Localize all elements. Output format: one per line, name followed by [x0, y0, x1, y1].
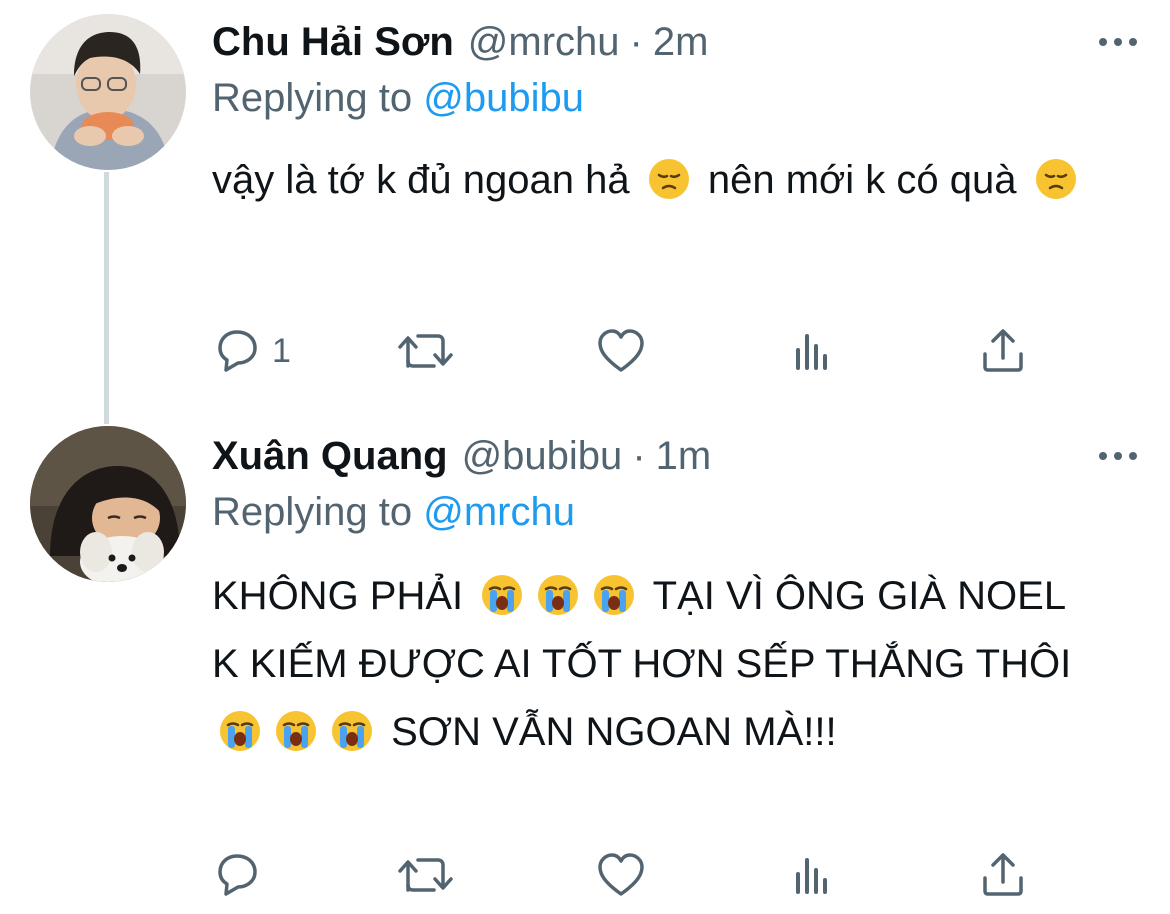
loudly-crying-face-icon	[592, 573, 636, 617]
reply-button[interactable]: 1	[212, 326, 291, 376]
user-handle[interactable]: @bubibu	[462, 434, 623, 479]
thread-connector-line	[104, 172, 109, 424]
tweet-thread: Chu Hải Sơn @mrchu · 2m Replying to @bub…	[0, 0, 1170, 914]
person-eating-photo-icon	[30, 14, 186, 170]
analytics-button[interactable]	[788, 850, 838, 900]
loudly-crying-face-icon	[330, 709, 374, 753]
display-name[interactable]: Chu Hải Sơn	[212, 20, 454, 65]
share-button[interactable]	[978, 850, 1028, 900]
reply-icon	[212, 326, 262, 376]
tweet-header: Xuân Quang @bubibu · 1m	[212, 426, 711, 486]
heart-icon	[596, 326, 646, 376]
share-icon	[978, 850, 1028, 900]
analytics-button[interactable]	[788, 326, 838, 376]
separator-dot: ·	[632, 433, 646, 478]
tweet-text-part: SƠN VẪN NGOAN MÀ!!!	[391, 710, 837, 754]
avatar[interactable]	[30, 426, 186, 582]
more-options-icon[interactable]	[1096, 446, 1140, 466]
loudly-crying-face-icon	[536, 573, 580, 617]
heart-icon	[596, 850, 646, 900]
reply-count: 1	[272, 331, 291, 370]
timestamp[interactable]: 2m	[653, 20, 709, 65]
mention-link[interactable]: @bubibu	[423, 76, 584, 120]
analytics-icon	[788, 850, 838, 900]
more-options-icon[interactable]	[1096, 32, 1140, 52]
loudly-crying-face-icon	[274, 709, 318, 753]
tweet-header: Chu Hải Sơn @mrchu · 2m	[212, 12, 708, 72]
loudly-crying-face-icon	[480, 573, 524, 617]
tweet-text: KHÔNG PHẢI TẠI VÌ ÔNG GIÀ NOEL K KIẾM ĐƯ…	[212, 562, 1092, 766]
share-icon	[978, 326, 1028, 376]
retweet-icon	[396, 850, 456, 900]
separator-dot: ·	[629, 19, 643, 64]
timestamp[interactable]: 1m	[656, 434, 712, 479]
avatar[interactable]	[30, 14, 186, 170]
tweet-text-part: KHÔNG PHẢI	[212, 574, 464, 618]
reply-icon	[212, 850, 262, 900]
like-button[interactable]	[596, 850, 646, 900]
retweet-icon	[396, 326, 456, 376]
analytics-icon	[788, 326, 838, 376]
replying-prefix: Replying to	[212, 490, 413, 534]
replying-prefix: Replying to	[212, 76, 413, 120]
tweet-text-part: nên mới k có quà	[707, 158, 1017, 202]
reply-button[interactable]	[212, 850, 272, 900]
retweet-button[interactable]	[396, 850, 456, 900]
user-handle[interactable]: @mrchu	[468, 20, 620, 65]
person-with-dog-photo-icon	[30, 426, 186, 582]
retweet-button[interactable]	[396, 326, 456, 376]
tweet-text-part: vậy là tớ k đủ ngoan hả	[212, 158, 630, 202]
tweet-text: vậy là tớ k đủ ngoan hả nên mới k có quà	[212, 146, 1112, 214]
mention-link[interactable]: @mrchu	[423, 490, 575, 534]
replying-to-line: Replying to @bubibu	[212, 72, 584, 124]
share-button[interactable]	[978, 326, 1028, 376]
loudly-crying-face-icon	[218, 709, 262, 753]
disappointed-face-icon	[647, 157, 691, 201]
replying-to-line: Replying to @mrchu	[212, 486, 575, 538]
tweet-actions: 1	[212, 326, 1042, 376]
like-button[interactable]	[596, 326, 646, 376]
tweet-actions	[212, 850, 1042, 900]
display-name[interactable]: Xuân Quang	[212, 434, 448, 479]
disappointed-face-icon	[1034, 157, 1078, 201]
